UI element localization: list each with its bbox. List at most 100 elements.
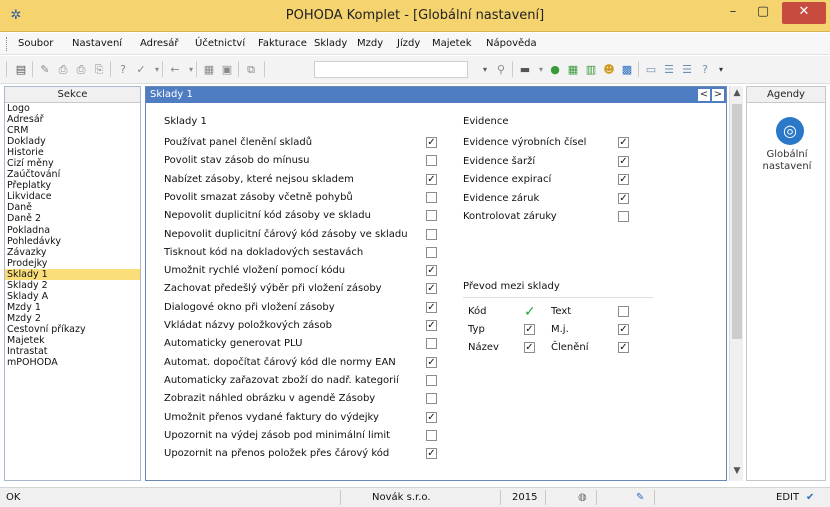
option-label[interactable]: Upozornit na přenos položek přes čárový … [164, 447, 389, 461]
sekce-item[interactable]: Historie [5, 147, 140, 158]
menu-nastaveni[interactable]: Nastavení [72, 38, 122, 49]
sekce-item[interactable]: Intrastat [5, 346, 140, 357]
agenda-global-settings-label[interactable]: Globální nastavení [747, 149, 827, 173]
option-checkbox[interactable]: ✓ [618, 174, 629, 185]
barcode-icon[interactable]: ▩ [620, 63, 634, 77]
option-checkbox[interactable]: ✓ [618, 137, 629, 148]
sekce-item[interactable]: Cestovní příkazy [5, 324, 140, 335]
option-checkbox[interactable]: ✓ [426, 265, 437, 277]
help-icon[interactable]: ? [116, 63, 130, 77]
option-checkbox[interactable] [426, 338, 437, 350]
option-label[interactable]: Povolit stav zásob do mínusu [164, 154, 309, 168]
menu-majetek[interactable]: Majetek [432, 38, 472, 49]
next-section-button[interactable]: > [712, 89, 724, 101]
vertical-scrollbar[interactable]: ▲ ▼ [729, 86, 743, 481]
window-icon[interactable]: ▭ [644, 63, 658, 77]
option-checkbox[interactable]: ✓ [426, 283, 437, 295]
option-checkbox[interactable] [426, 246, 437, 258]
prevod-label[interactable]: Členění [551, 341, 589, 355]
quick-search-input[interactable] [314, 61, 468, 78]
refresh-icon[interactable]: ● [548, 63, 562, 77]
option-label[interactable]: Evidence expirací [463, 173, 551, 187]
prevod-checkbox[interactable]: ✓ [618, 324, 629, 335]
prev-section-button[interactable]: < [698, 89, 710, 101]
sekce-item[interactable]: Adresář [5, 114, 140, 125]
sekce-item[interactable]: Mzdy 1 [5, 302, 140, 313]
sekce-item[interactable]: Cizí měny [5, 158, 140, 169]
menu-mzdy[interactable]: Mzdy [357, 38, 383, 49]
option-label[interactable]: Automaticky zařazovat zboží do nadř. kat… [164, 374, 399, 388]
option-checkbox[interactable]: ✓ [426, 137, 437, 148]
globe-settings-icon[interactable]: ◎ [776, 117, 804, 145]
menu-fakturace[interactable]: Fakturace [258, 38, 307, 49]
option-checkbox[interactable]: ✓ [426, 448, 437, 460]
calendar-icon[interactable]: ▦ [202, 63, 216, 77]
prevod-checkbox[interactable]: ✓ [524, 324, 535, 335]
edit-mode-icon[interactable]: ✔ [806, 492, 814, 503]
sekce-item[interactable]: Likvidace [5, 191, 140, 202]
record-icon[interactable]: ▤ [14, 63, 28, 77]
prevod-checkbox[interactable]: ✓ [618, 342, 629, 353]
sekce-item[interactable]: Pokladna [5, 225, 140, 236]
prevod-checkbox[interactable] [618, 306, 629, 317]
print-preview-icon[interactable]: ⎙ [74, 63, 88, 77]
option-checkbox[interactable]: ✓ [618, 192, 629, 204]
option-label[interactable]: Zobrazit náhled obrázku v agendě Zásoby [164, 392, 375, 406]
option-checkbox[interactable]: ✓ [426, 411, 437, 423]
print-list-icon[interactable]: ⎘ [92, 63, 106, 77]
option-checkbox[interactable]: ✓ [426, 320, 437, 331]
save-icon[interactable]: ▣ [220, 63, 234, 77]
sekce-item[interactable]: Logo [5, 103, 140, 114]
menu-adresar[interactable]: Adresář [140, 38, 179, 49]
option-checkbox[interactable] [426, 155, 437, 167]
prevod-label[interactable]: Kód [468, 305, 487, 319]
close-button[interactable]: ✕ [782, 2, 826, 24]
filter-icon[interactable]: ⚲ [494, 63, 508, 77]
sekce-item[interactable]: Prodejky [5, 258, 140, 269]
list-icon[interactable]: ☰ [662, 63, 676, 77]
db-icon[interactable]: ◍ [578, 492, 587, 503]
menu-soubor[interactable]: Soubor [18, 38, 53, 49]
option-label[interactable]: Zachovat předešlý výběr při vložení záso… [164, 282, 382, 296]
option-checkbox[interactable] [426, 429, 437, 441]
sekce-item[interactable]: Sklady A [5, 291, 140, 302]
menu-jizdy[interactable]: Jízdy [397, 38, 420, 49]
option-label[interactable]: Povolit smazat zásoby včetně pohybů [164, 191, 353, 205]
option-label[interactable]: Upozornit na výdej zásob pod minimální l… [164, 429, 390, 443]
users-icon[interactable]: ☻ [602, 63, 616, 77]
scroll-down-icon[interactable]: ▼ [730, 466, 744, 478]
option-label[interactable]: Tisknout kód na dokladových sestavách [164, 246, 363, 260]
option-label[interactable]: Automat. dopočítat čárový kód dle normy … [164, 356, 396, 370]
option-label[interactable]: Dialogové okno při vložení zásoby [164, 301, 335, 315]
sekce-item[interactable]: Sklady 1 [5, 268, 140, 280]
list-alt-icon[interactable]: ☰ [680, 63, 694, 77]
option-label[interactable]: Používat panel členění skladů [164, 136, 312, 150]
option-label[interactable]: Kontrolovat záruky [463, 210, 557, 224]
copy-icon[interactable]: ⧉ [244, 63, 258, 77]
menu-ucetnictvi[interactable]: Účetnictví [195, 38, 245, 49]
sekce-item[interactable]: Přeplatky [5, 180, 140, 191]
prevod-checkbox[interactable]: ✓ [524, 342, 535, 353]
option-label[interactable]: Umožnit rychlé vložení pomocí kódu [164, 264, 345, 278]
option-checkbox[interactable] [426, 191, 437, 203]
bookmark-icon[interactable]: ▬ [518, 63, 532, 77]
maximize-button[interactable]: ▢ [748, 2, 778, 24]
prevod-label[interactable]: M.j. [551, 323, 569, 337]
sekce-item[interactable]: Závazky [5, 247, 140, 258]
option-label[interactable]: Automaticky generovat PLU [164, 337, 302, 351]
search-dropdown-icon[interactable]: ▾ [478, 63, 492, 77]
option-label[interactable]: Nabízet zásoby, které nejsou skladem [164, 173, 354, 187]
back-icon[interactable]: ← [168, 63, 182, 77]
sekce-item[interactable]: Daně 2 [5, 213, 140, 224]
option-checkbox[interactable] [426, 210, 437, 222]
minimize-button[interactable]: – [718, 2, 748, 24]
option-checkbox[interactable]: ✓ [426, 301, 437, 313]
print-icon[interactable]: ⎙ [56, 63, 70, 77]
prevod-label[interactable]: Typ [468, 323, 485, 337]
option-checkbox[interactable] [618, 211, 629, 222]
prevod-label[interactable]: Text [551, 305, 571, 319]
context-help-icon[interactable]: ? [698, 63, 712, 77]
sekce-item[interactable]: Mzdy 2 [5, 313, 140, 324]
menu-napoveda[interactable]: Nápověda [486, 38, 537, 49]
sekce-item[interactable]: Sklady 2 [5, 280, 140, 291]
